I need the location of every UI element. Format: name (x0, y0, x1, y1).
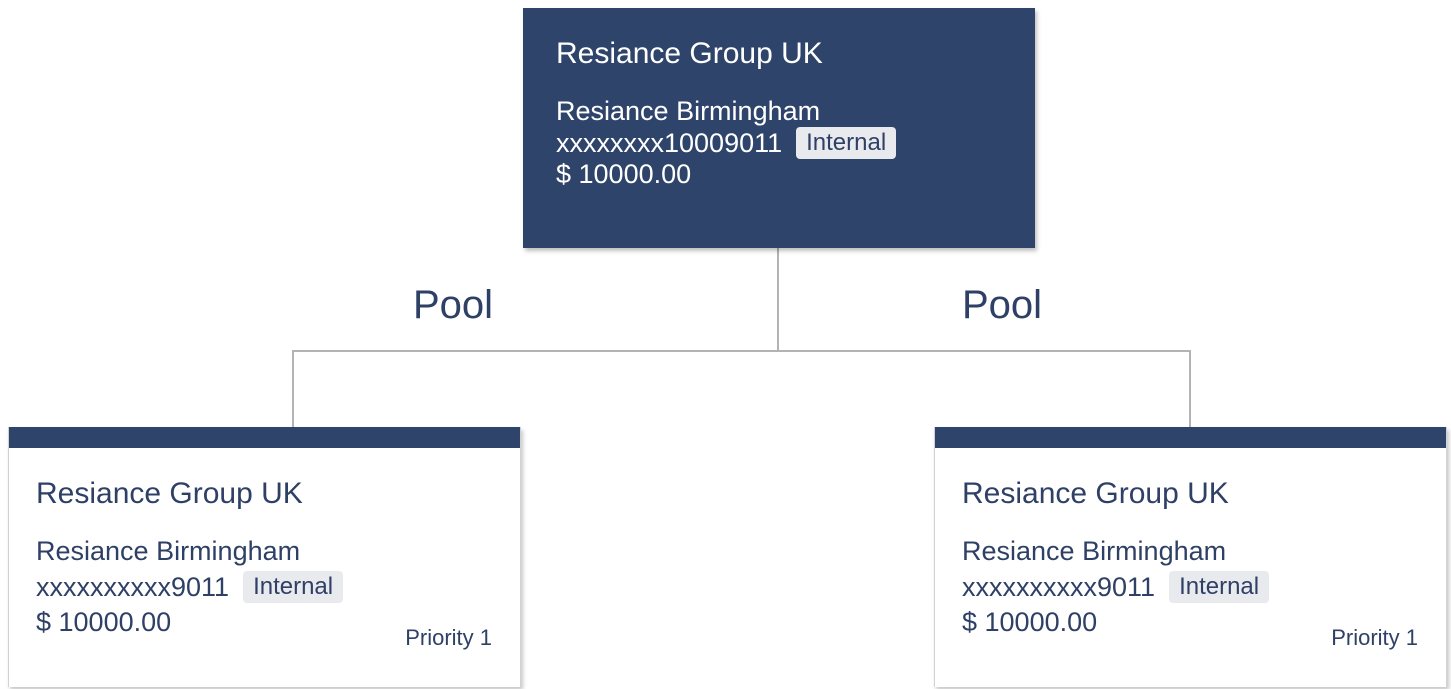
priority-label: Priority 1 (405, 625, 492, 650)
internal-badge: Internal (1169, 571, 1270, 603)
pool-label-left: Pool (413, 283, 494, 327)
connector-parent-down (777, 248, 779, 352)
balance-amount: $ 10000.00 (556, 159, 692, 189)
parent-account-card[interactable]: Resiance Group UK Resiance Birmingham xx… (523, 8, 1035, 248)
card-header-bar (9, 427, 520, 448)
internal-badge: Internal (796, 127, 897, 159)
connector-left-down (292, 350, 294, 427)
account-row: xxxxxxxxxx9011 Internal (36, 571, 520, 603)
pool-label-right: Pool (962, 283, 1043, 327)
connector-right-down (1189, 350, 1191, 427)
account-row: xxxxxxxxxx9011 Internal (962, 571, 1446, 603)
account-number: xxxxxxxxxx9011 (36, 572, 230, 602)
child-account-card-left[interactable]: Resiance Group UK Resiance Birmingham xx… (8, 427, 521, 687)
org-name: Resiance Group UK (556, 37, 823, 70)
org-name: Resiance Group UK (962, 477, 1229, 510)
entity-name: Resiance Birmingham (962, 536, 1227, 566)
account-row: xxxxxxxx10009011 Internal (556, 127, 1035, 159)
account-number: xxxxxxxx10009011 (556, 128, 783, 158)
connector-horizontal (292, 350, 1191, 352)
card-header-bar (935, 427, 1446, 448)
entity-name: Resiance Birmingham (36, 536, 301, 566)
internal-badge: Internal (243, 571, 344, 603)
org-name: Resiance Group UK (36, 477, 303, 510)
child-account-card-right[interactable]: Resiance Group UK Resiance Birmingham xx… (934, 427, 1447, 687)
priority-label: Priority 1 (1331, 625, 1418, 650)
account-number: xxxxxxxxxx9011 (962, 572, 1156, 602)
entity-name: Resiance Birmingham (556, 96, 821, 126)
